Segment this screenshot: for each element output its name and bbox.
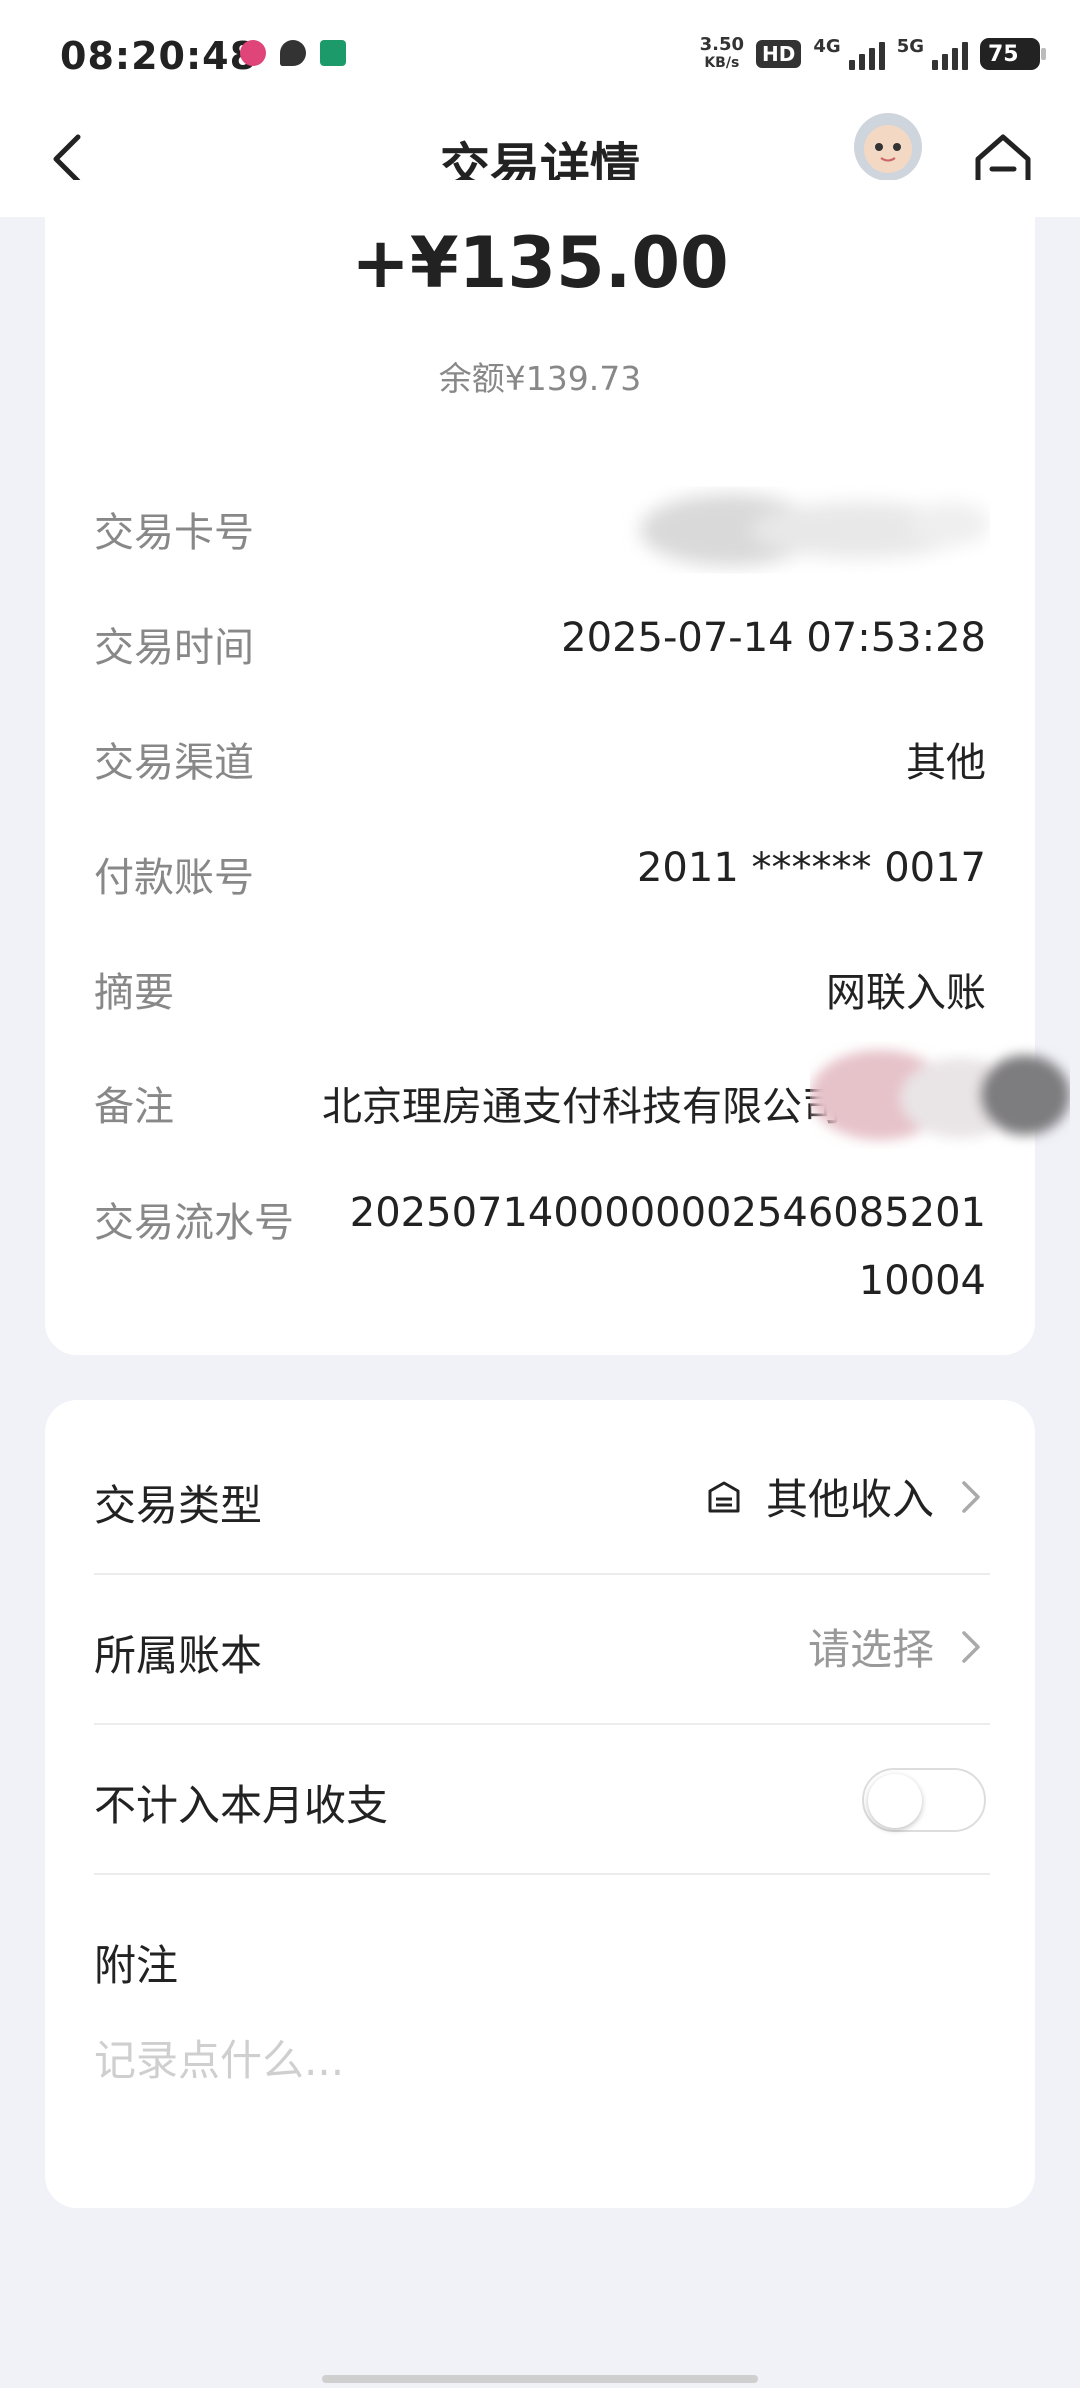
- divider: [94, 1873, 990, 1875]
- payer-account-label: 付款账号: [94, 855, 254, 901]
- note-label: 备注: [94, 1084, 174, 1130]
- network-4g: 4G: [813, 36, 841, 57]
- chevron-right-icon: [962, 1480, 980, 1513]
- transaction-type-selector[interactable]: 其他收入: [704, 1466, 986, 1527]
- divider: [94, 1723, 990, 1725]
- hd-badge: HD: [756, 40, 802, 68]
- battery-icon: 75: [980, 38, 1046, 70]
- time-value: 2025-07-14 07:53:28: [561, 615, 986, 661]
- signal-5g-icon: [932, 38, 968, 70]
- serial-value-line1: 2025071400000002546085201: [349, 1190, 986, 1236]
- transaction-type-label: 交易类型: [94, 1481, 263, 1530]
- redacted-card-number: [640, 494, 990, 566]
- transaction-type-value: 其他收入: [765, 1475, 934, 1524]
- note-value: 北京理房通支付科技有限公司: [322, 1084, 842, 1130]
- network-5g: 5G: [896, 36, 924, 57]
- divider: [94, 1573, 990, 1575]
- app-notification-icon: [240, 40, 266, 66]
- notification-icons: [240, 40, 346, 66]
- signal-4g-icon: [848, 38, 885, 70]
- summary-label: 摘要: [94, 970, 174, 1016]
- channel-value: 其他: [906, 740, 986, 786]
- transaction-amount: +¥135.00: [351, 222, 729, 304]
- memo-input[interactable]: [94, 2030, 990, 2090]
- memo-label: 附注: [94, 1941, 179, 1990]
- message-icon: [280, 40, 306, 66]
- ledger-label: 所属账本: [94, 1631, 263, 1680]
- network-speed: 3.50 KB/s: [699, 34, 745, 72]
- post-office-icon: [320, 40, 346, 66]
- serial-label: 交易流水号: [94, 1200, 294, 1246]
- home-indicator[interactable]: [322, 2375, 758, 2383]
- serial-value-line2: 10004: [858, 1258, 986, 1304]
- chevron-right-icon: [962, 1630, 980, 1663]
- ledger-value: 请选择: [807, 1625, 934, 1674]
- payer-account-value: 2011 ****** 0017: [636, 845, 986, 891]
- category-icon: [708, 1481, 740, 1512]
- status-right: 3.50 KB/s HD 4G 5G 75: [699, 34, 1046, 72]
- status-bar: 08:20:48 3.50 KB/s HD 4G 5G 75: [0, 0, 1080, 105]
- ledger-selector[interactable]: 请选择: [808, 1616, 986, 1677]
- time-label: 交易时间: [94, 625, 254, 671]
- exclude-month-label: 不计入本月收支: [94, 1781, 389, 1830]
- status-time: 08:20:48: [60, 34, 258, 78]
- card-number-label: 交易卡号: [94, 510, 254, 556]
- balance-text: 余额¥139.73: [438, 359, 642, 398]
- channel-label: 交易渠道: [94, 740, 254, 786]
- toggle-knob: [868, 1774, 922, 1828]
- redacted-note-scribble: [810, 1050, 1070, 1140]
- summary-value: 网联入账: [826, 970, 986, 1016]
- exclude-month-toggle[interactable]: [862, 1768, 986, 1832]
